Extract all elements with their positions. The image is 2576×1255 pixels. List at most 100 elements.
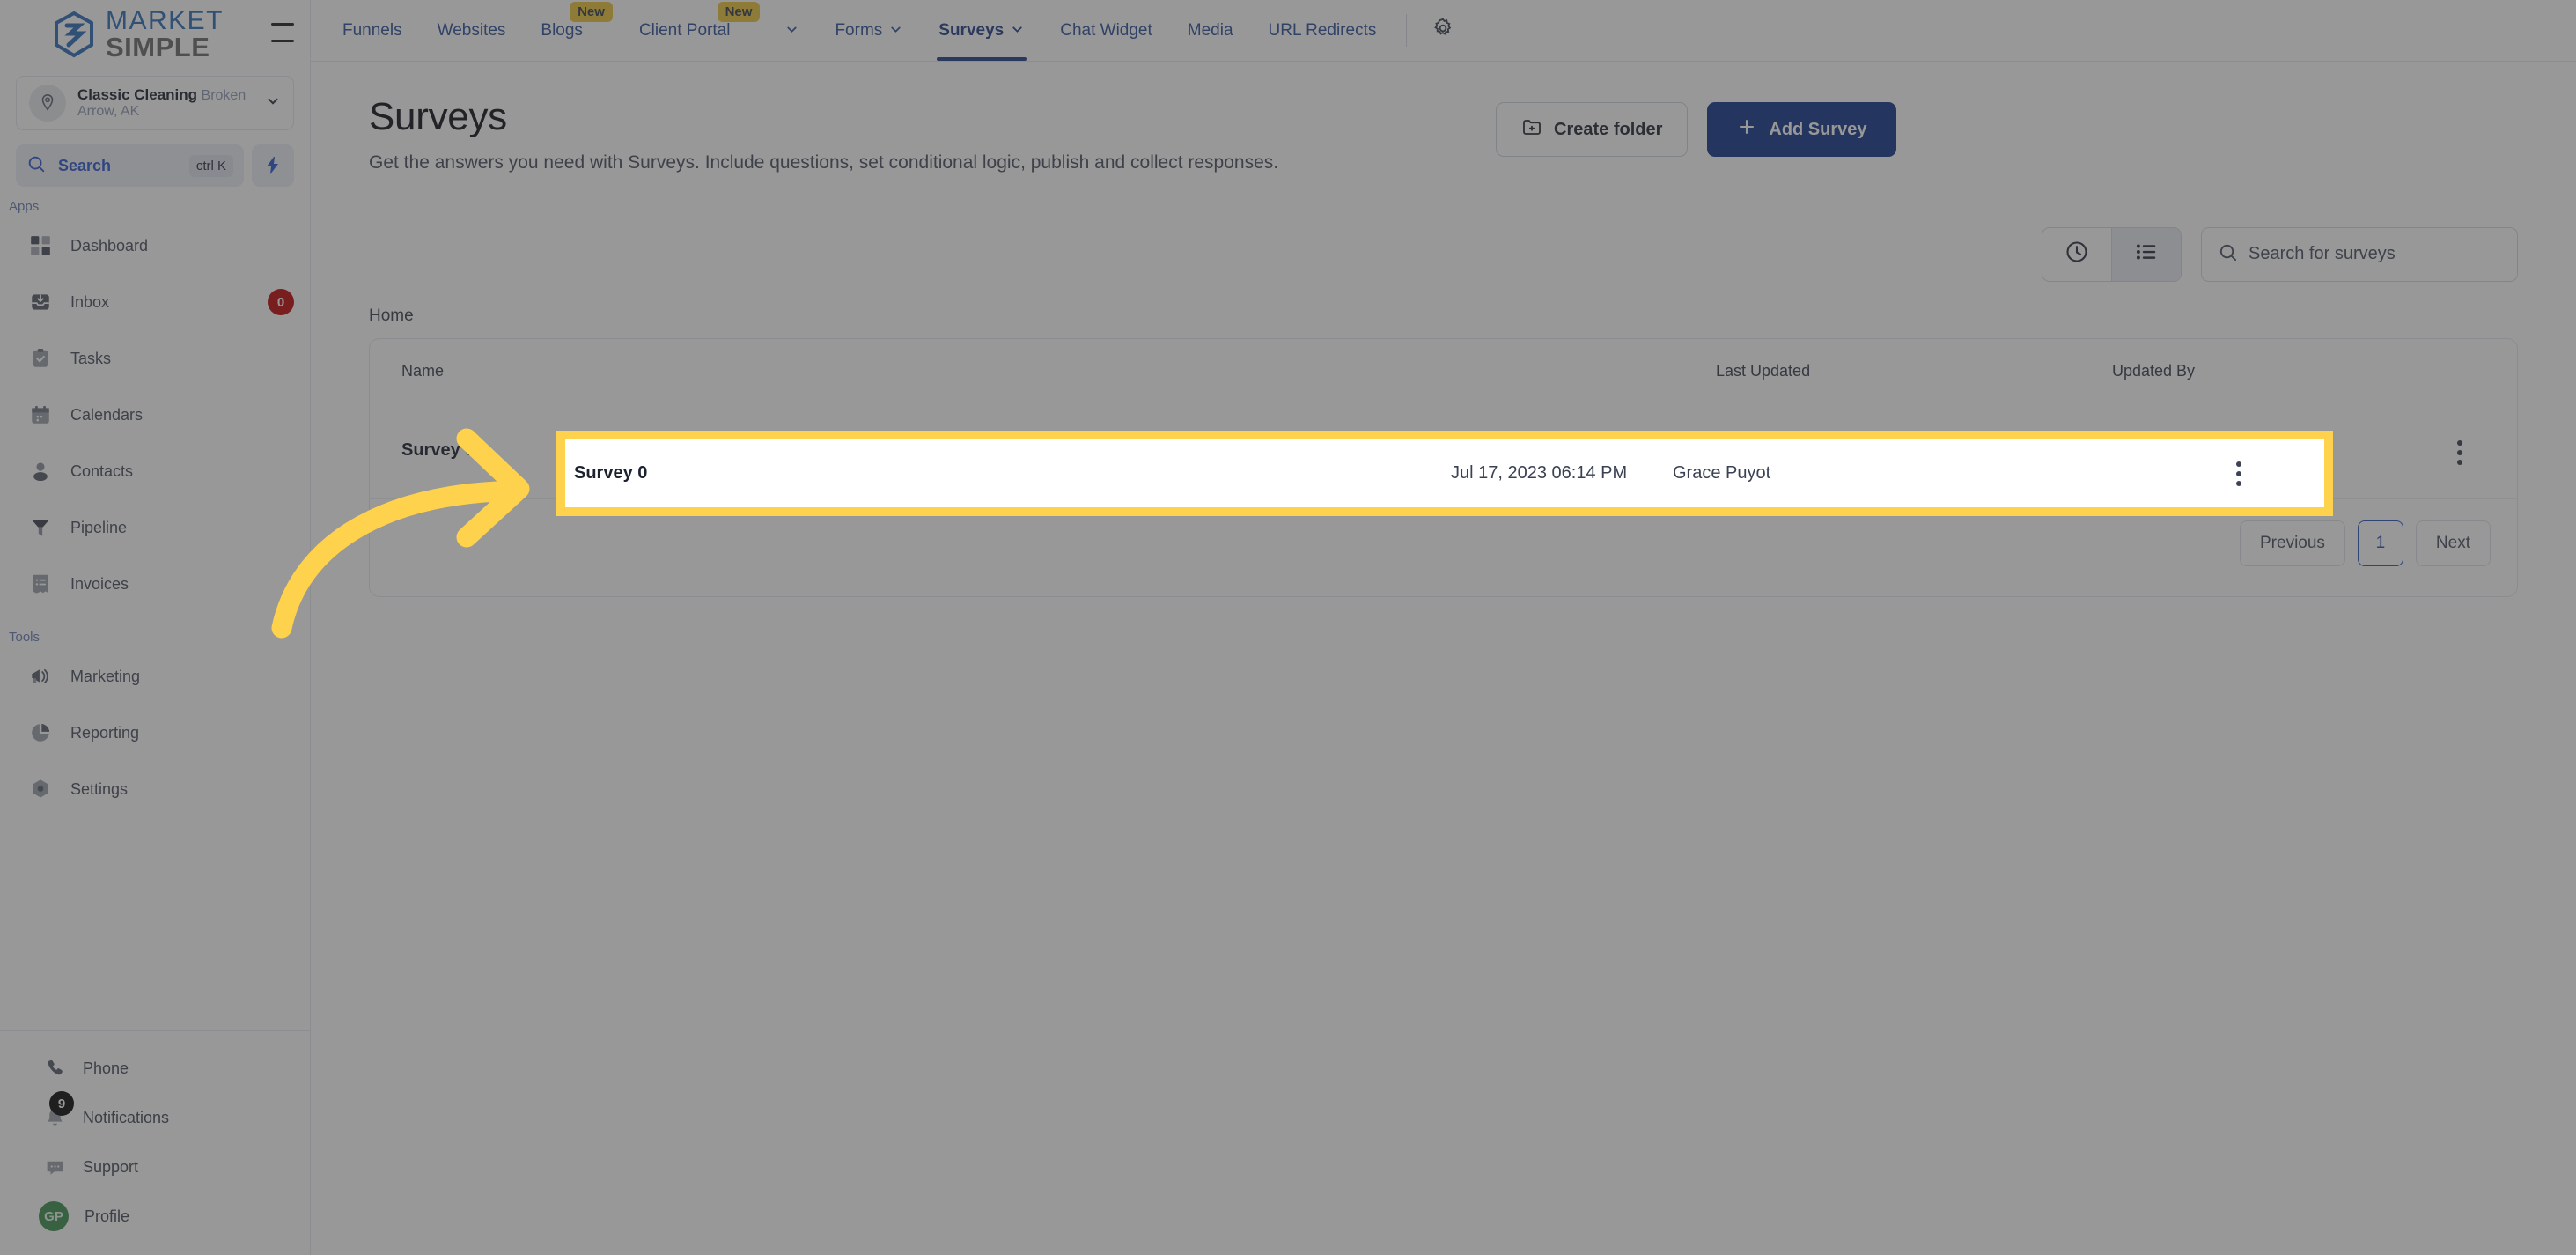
tab-label: Media (1187, 20, 1233, 40)
survey-name[interactable]: Survey 0 (401, 440, 475, 460)
sidebar-group-tools: Tools (9, 630, 40, 645)
tab-websites[interactable]: Websites (420, 0, 524, 61)
sidebar-item-contacts[interactable]: Contacts (0, 443, 310, 499)
sidebar-item-label: Settings (70, 779, 129, 798)
tab-surveys[interactable]: Surveys (921, 0, 1042, 61)
lightning-bolt-icon[interactable] (252, 144, 294, 187)
pagination-previous-button[interactable]: Previous (2240, 520, 2345, 566)
sidebar-item-label: Contacts (70, 461, 134, 480)
table-header-row: Name Last Updated Updated By (370, 338, 2517, 402)
sidebar-item-label: Dashboard (70, 236, 149, 255)
breadcrumb[interactable]: Home (369, 306, 2518, 326)
sidebar-item-pipeline[interactable]: Pipeline (0, 499, 310, 556)
sidebar-item-invoices[interactable]: Invoices (0, 556, 310, 612)
search-input[interactable]: Search ctrl K (16, 144, 244, 187)
column-header-updated-by: Updated By (2112, 338, 2403, 402)
page-title: Surveys (369, 95, 507, 138)
sidebar-item-tasks[interactable]: Tasks (0, 330, 310, 387)
location-selector[interactable]: Classic Cleaning Broken Arrow, AK (16, 76, 294, 130)
create-folder-button[interactable]: Create folder (1496, 102, 1689, 157)
tab-chat-widget[interactable]: Chat Widget (1042, 0, 1170, 61)
pie-chart-icon (28, 720, 53, 745)
sidebar-search-row: Search ctrl K (16, 144, 294, 187)
new-badge: New (570, 2, 613, 22)
top-navigation: Funnels Websites Blogs New Client Portal… (311, 0, 2576, 62)
view-list-button[interactable] (2112, 227, 2181, 281)
plus-icon (1736, 116, 1757, 143)
tab-client-portal-caret[interactable] (767, 0, 817, 61)
market-simple-logo-icon (49, 10, 99, 59)
logo-text-simple: SIMPLE (106, 31, 210, 63)
location-name: Classic Cleaning (77, 86, 198, 103)
sidebar-item-settings[interactable]: Settings (0, 761, 310, 817)
search-label: Search (58, 156, 112, 174)
tab-url-redirects[interactable]: URL Redirects (1251, 0, 1395, 61)
chevron-down-icon (784, 22, 799, 40)
chevron-down-icon (888, 22, 903, 40)
notifications-badge: 9 (49, 1091, 74, 1116)
view-recent-button[interactable] (2042, 227, 2111, 281)
chevron-down-icon (1010, 22, 1025, 40)
surveys-table-card: Name Last Updated Updated By Survey 0 Ju… (369, 337, 2518, 597)
sidebar-item-label: Profile (85, 1207, 130, 1225)
list-view-icon (2134, 240, 2159, 269)
clock-icon (2064, 240, 2089, 269)
sidebar-item-inbox[interactable]: Inbox 0 (0, 274, 310, 330)
sidebar: MARKET SIMPLE Classic Cleaning Broken Ar… (0, 0, 311, 1255)
sidebar-item-label: Inbox (70, 292, 110, 311)
bell-icon: 9 (42, 1091, 74, 1130)
invoice-list-icon (28, 572, 53, 596)
logo-text-market: MARKET (106, 5, 224, 35)
sidebar-item-phone[interactable]: Phone (0, 1044, 310, 1093)
pagination-page-1[interactable]: 1 (2357, 520, 2403, 566)
brand-row: MARKET SIMPLE (0, 0, 310, 69)
surveys-table: Name Last Updated Updated By Survey 0 Ju… (370, 338, 2517, 499)
tab-media[interactable]: Media (1170, 0, 1251, 61)
list-toolbar (369, 226, 2518, 282)
search-input[interactable] (2248, 244, 2501, 265)
main-content: Surveys Get the answers you need with Su… (311, 62, 2576, 1255)
map-pin-icon (29, 85, 66, 122)
tab-label: URL Redirects (1268, 20, 1377, 40)
inbox-icon (28, 290, 53, 314)
chevron-down-icon (265, 93, 281, 113)
megaphone-icon (28, 664, 53, 689)
sidebar-item-reporting[interactable]: Reporting (0, 705, 310, 761)
sidebar-item-label: Reporting (70, 723, 140, 742)
column-header-name: Name (370, 338, 1716, 402)
funnel-icon (28, 515, 53, 540)
sidebar-item-dashboard[interactable]: Dashboard (0, 218, 310, 274)
sidebar-item-profile[interactable]: GP Profile (0, 1192, 310, 1241)
tab-client-portal[interactable]: Client Portal New (622, 0, 761, 61)
clipboard-check-icon (28, 346, 53, 371)
search-surveys-field[interactable] (2201, 226, 2518, 282)
sidebar-item-notifications[interactable]: 9 Notifications (0, 1091, 310, 1142)
logo[interactable]: MARKET SIMPLE (49, 5, 224, 63)
sidebar-item-label: Notifications (83, 1108, 170, 1126)
tab-label: Surveys (938, 20, 1005, 40)
more-vertical-icon[interactable] (2452, 435, 2468, 470)
view-toggle-group (2042, 226, 2182, 282)
table-row[interactable]: Survey 0 Jul 17, 2023 06:14 PM Grace Puy… (370, 402, 2517, 499)
add-survey-label: Add Survey (1769, 119, 1867, 139)
sidebar-item-calendars[interactable]: Calendars (0, 387, 310, 443)
tab-funnels[interactable]: Funnels (325, 0, 420, 61)
gear-hex-icon (28, 777, 53, 801)
create-folder-label: Create folder (1554, 119, 1663, 139)
settings-gear-button[interactable] (1419, 0, 1467, 61)
sidebar-item-support[interactable]: Support (0, 1142, 310, 1192)
hamburger-menu-icon[interactable] (271, 23, 294, 42)
sidebar-item-label: Phone (83, 1059, 129, 1077)
dashboard-grid-icon (28, 233, 53, 258)
add-survey-button[interactable]: Add Survey (1707, 102, 1896, 157)
sidebar-bottom: Phone 9 Notifications Support GP Profile (0, 1030, 310, 1255)
sidebar-item-marketing[interactable]: Marketing (0, 648, 310, 705)
tab-blogs[interactable]: Blogs New (523, 0, 613, 61)
folder-plus-icon (1521, 116, 1542, 143)
tab-forms[interactable]: Forms (817, 0, 921, 61)
pagination: Previous 1 Next (370, 499, 2517, 596)
pagination-next-button[interactable]: Next (2415, 520, 2491, 566)
sidebar-nav: Apps Dashboard Inbox 0 Tasks Calendars C… (0, 187, 310, 1030)
user-icon (28, 459, 53, 484)
sidebar-item-label: Calendars (70, 405, 144, 424)
